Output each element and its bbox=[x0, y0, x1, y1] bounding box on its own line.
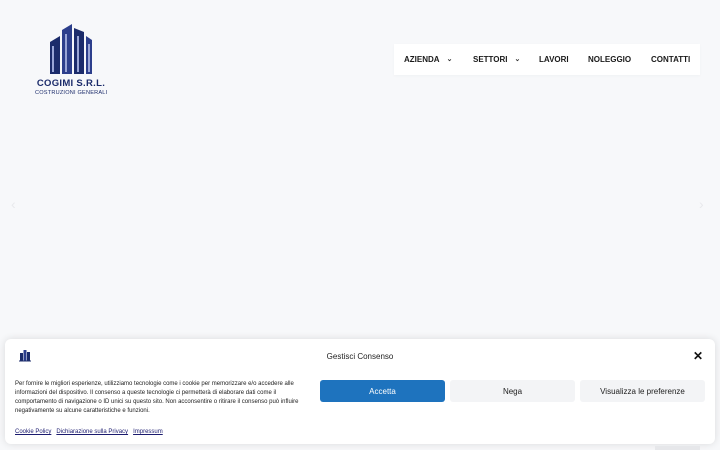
nav-item-lavori[interactable]: LAVORI bbox=[539, 55, 569, 64]
nav-item-noleggio[interactable]: NOLEGGIO bbox=[588, 55, 631, 64]
nav-item-label: LAVORI bbox=[539, 55, 569, 64]
privacy-statement-link[interactable]: Dichiarazione sulla Privacy bbox=[56, 429, 128, 435]
logo-subtitle: COSTRUZIONI GENERALI bbox=[35, 90, 108, 96]
chevron-right-icon: › bbox=[699, 196, 704, 212]
logo-company-name: COGIMI S.R.L. bbox=[36, 78, 106, 89]
nav-item-label: AZIENDA bbox=[404, 55, 440, 64]
nav-item-label: SETTORI bbox=[473, 55, 508, 64]
slider-prev-button[interactable]: ‹ bbox=[11, 196, 16, 212]
cookie-consent-banner: Gestisci Consenso ✕ Per fornire le migli… bbox=[5, 339, 715, 444]
close-icon[interactable]: ✕ bbox=[693, 350, 703, 362]
slider-next-button[interactable]: › bbox=[699, 196, 704, 212]
building-logo-icon bbox=[50, 24, 92, 74]
nav-item-label: CONTATTI bbox=[651, 55, 691, 64]
site-logo[interactable]: COGIMI S.R.L. COSTRUZIONI GENERALI bbox=[34, 22, 108, 98]
accept-button[interactable]: Accetta bbox=[320, 380, 445, 402]
deny-button[interactable]: Nega bbox=[450, 380, 575, 402]
consent-links: Cookie Policy Dichiarazione sulla Privac… bbox=[15, 429, 168, 435]
main-navigation: AZIENDA ⌄ SETTORI ⌄ LAVORI NOLEGGIO CONT… bbox=[394, 44, 700, 75]
cookie-policy-link[interactable]: Cookie Policy bbox=[15, 429, 51, 435]
chevron-down-icon: ⌄ bbox=[446, 55, 453, 63]
nav-item-azienda[interactable]: AZIENDA ⌄ bbox=[404, 55, 452, 64]
nav-item-label: NOLEGGIO bbox=[588, 55, 632, 64]
view-preferences-button[interactable]: Visualizza le preferenze bbox=[580, 380, 705, 402]
chevron-left-icon: ‹ bbox=[11, 196, 16, 212]
floating-tab bbox=[655, 446, 700, 450]
consent-description: Per fornire le migliori esperienze, util… bbox=[15, 381, 299, 414]
impressum-link[interactable]: Impressum bbox=[133, 429, 163, 435]
nav-item-contatti[interactable]: CONTATTI bbox=[651, 55, 690, 64]
chevron-down-icon: ⌄ bbox=[514, 55, 521, 63]
consent-title: Gestisci Consenso bbox=[326, 352, 394, 361]
nav-item-settori[interactable]: SETTORI ⌄ bbox=[473, 55, 520, 64]
